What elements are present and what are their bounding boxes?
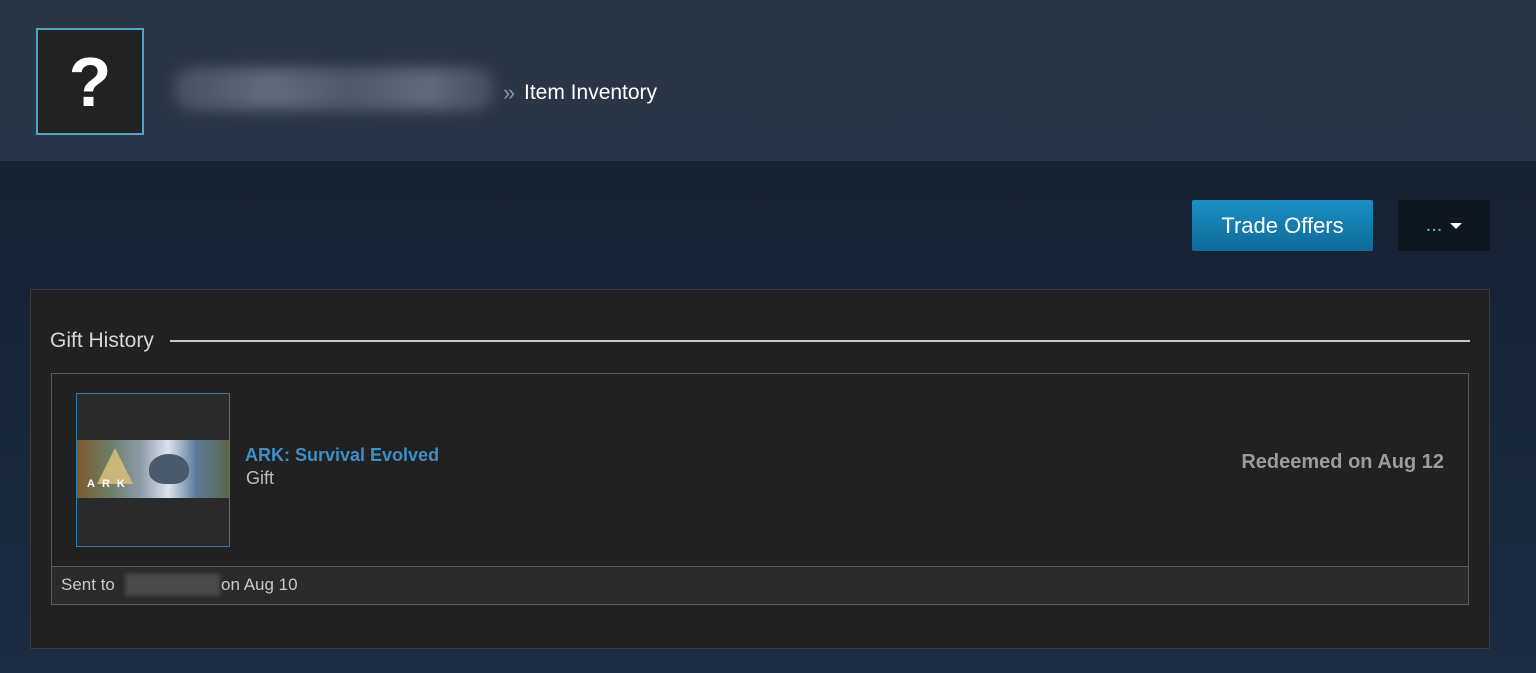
art-creature (149, 454, 189, 484)
game-title-link[interactable]: ARK: Survival Evolved (245, 444, 439, 466)
more-actions-label: ... (1425, 214, 1443, 236)
sent-to-label: Sent to (61, 575, 115, 594)
game-artwork: ARK (77, 440, 229, 498)
redeemed-status: Redeemed on Aug 12 (1241, 451, 1444, 473)
gift-history-title: Gift History (50, 329, 154, 352)
breadcrumb-separator: » (503, 80, 516, 105)
more-actions-button[interactable]: ... (1398, 200, 1490, 251)
question-mark-icon: ? (68, 42, 112, 121)
caret-down-icon (1450, 222, 1463, 229)
page-title: Item Inventory (524, 81, 658, 104)
game-capsule-image[interactable]: ARK (76, 393, 230, 547)
item-type-label: Gift (246, 468, 275, 488)
trade-offers-label: Trade Offers (1221, 212, 1344, 238)
sent-date: on Aug 10 (221, 575, 298, 594)
blurred-username[interactable] (174, 68, 494, 110)
trade-offers-button[interactable]: Trade Offers (1192, 200, 1373, 251)
section-divider (170, 340, 1470, 342)
avatar[interactable]: ? (36, 28, 144, 135)
game-logo-text: ARK (87, 478, 132, 490)
blurred-recipient-name[interactable] (125, 574, 220, 596)
